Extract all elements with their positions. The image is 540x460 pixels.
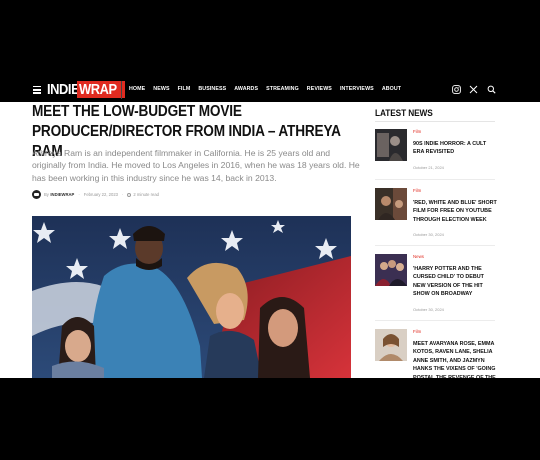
news-thumbnail[interactable] (375, 129, 407, 161)
news-thumbnail[interactable] (375, 254, 407, 286)
search-icon[interactable] (487, 85, 496, 94)
instagram-icon[interactable] (452, 85, 461, 94)
author-avatar[interactable] (32, 190, 41, 199)
sidebar-divider (375, 121, 495, 122)
x-twitter-icon[interactable] (469, 85, 478, 94)
nav-about[interactable]: ABOUT (382, 86, 401, 92)
nav-business[interactable]: BUSINESS (198, 86, 226, 92)
main-menu: HOME NEWS FILM BUSINESS AWARDS STREAMING… (129, 86, 409, 92)
clock-icon (127, 192, 132, 197)
news-title[interactable]: 90s Indie Horror: A Cult Era Revisited (413, 140, 497, 157)
featured-image[interactable] (32, 216, 351, 378)
nav-reviews[interactable]: REVIEWS (307, 86, 332, 92)
byline-prefix: By (44, 192, 49, 197)
meta-separator: · (78, 192, 80, 197)
logo-badge: WRAP (77, 81, 125, 98)
nav-news[interactable]: NEWS (153, 86, 169, 92)
publish-date: February 22, 2023 (83, 192, 118, 197)
item-divider (375, 179, 495, 180)
news-date: October 30, 2024 (413, 232, 444, 237)
hamburger-menu-icon[interactable] (33, 86, 41, 96)
nav-streaming[interactable]: STREAMING (266, 86, 299, 92)
news-title[interactable]: 'Red, White and Blue' Short Film for Fre… (413, 199, 497, 224)
news-category[interactable]: Film (413, 129, 421, 134)
news-item[interactable]: News 'Harry Potter and the Cursed Child'… (375, 254, 500, 314)
sidebar-title: LATEST NEWS (375, 108, 433, 118)
news-item[interactable]: Film Meet Avaryana Rose, Emma Kotos, Rav… (375, 329, 500, 378)
author-link[interactable]: INDIEWRAP (50, 192, 74, 197)
news-title[interactable]: Meet Avaryana Rose, Emma Kotos, Raven La… (413, 340, 497, 378)
news-title[interactable]: 'Harry Potter and the Cursed Child' to D… (413, 265, 497, 299)
nav-interviews[interactable]: INTERVIEWS (340, 86, 374, 92)
news-category[interactable]: Film (413, 329, 421, 334)
meta-separator: · (122, 192, 124, 197)
article-meta: By INDIEWRAP · February 22, 2023 · 2 min… (32, 190, 159, 199)
nav-awards[interactable]: AWARDS (234, 86, 258, 92)
site-logo[interactable]: INDIE WRAP (47, 81, 125, 98)
item-divider (375, 320, 495, 321)
site-header: INDIE WRAP HOME NEWS FILM BUSINESS AWARD… (0, 78, 540, 102)
article-excerpt: Athreya Ram is an independent filmmaker … (32, 148, 360, 183)
news-item[interactable]: Film 'Red, White and Blue' Short Film fo… (375, 188, 500, 238)
news-category[interactable]: News (413, 254, 424, 259)
read-time: 2 minute read (133, 192, 160, 197)
nav-home[interactable]: HOME (129, 86, 145, 92)
nav-film[interactable]: FILM (178, 86, 191, 92)
logo-text-indie: INDIE (47, 81, 80, 98)
news-thumbnail[interactable] (375, 188, 407, 220)
news-thumbnail[interactable] (375, 329, 407, 361)
news-item[interactable]: Film 90s Indie Horror: A Cult Era Revisi… (375, 129, 500, 174)
page-content: MEET THE LOW-BUDGET MOVIE PRODUCER/DIREC… (0, 102, 540, 378)
item-divider (375, 245, 495, 246)
nav-divider (121, 81, 122, 99)
news-date: October 30, 2024 (413, 307, 444, 312)
news-date: October 21, 2024 (413, 165, 444, 170)
news-category[interactable]: Film (413, 188, 421, 193)
logo-text-wrap: WRAP (79, 81, 117, 98)
